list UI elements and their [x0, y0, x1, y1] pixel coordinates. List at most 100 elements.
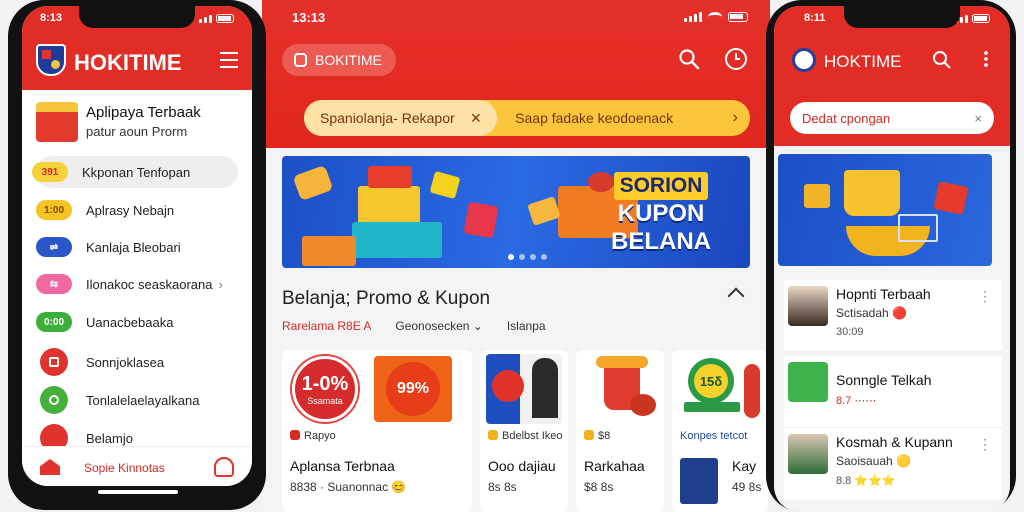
menu-item-member[interactable]: 0:00 Uanacbebaaka [36, 306, 238, 338]
check-icon [40, 386, 68, 414]
left-phone-screen: 8:13 HOKITIME Aplipaya Terbaak patur aou… [22, 6, 252, 486]
gift-icon [429, 171, 461, 199]
filter-chip[interactable]: Spaniolanja- Rekapor × [304, 100, 498, 136]
promo-banner[interactable] [778, 154, 992, 266]
shopping-bag-icon [844, 170, 900, 216]
close-icon[interactable]: × [974, 111, 982, 126]
menu-item-shopping[interactable]: ⇌ Kanlaja Bleobari [36, 231, 238, 263]
list-item[interactable]: Hopnti Terbaah Sctisadah 🔴 30:09 ⋮ [784, 280, 1002, 352]
status-icons [955, 14, 990, 23]
menu-item-coupons[interactable]: 391 Kkponan Tenfopan [32, 156, 238, 188]
item-subtitle: Sctisadah 🔴 [836, 306, 907, 320]
brand-name: HOKTIME [824, 52, 902, 71]
menu-label: Tonlalelaelayalkana [86, 392, 200, 408]
menu-badge: 0:00 [36, 312, 72, 332]
card-price: 8838 · Suanonnac 😊 [290, 480, 407, 494]
list-item[interactable]: Sonngle Telkah 8.7 ⋯⋯ [784, 356, 1002, 428]
close-icon[interactable]: × [471, 108, 482, 129]
card-price: 49 8s [732, 480, 762, 494]
card-name: Aplansa Terbnaa [290, 458, 395, 474]
item-meta: 8.8 ⭐⭐⭐ [836, 475, 896, 487]
menu-badge: ⇌ [36, 237, 72, 257]
banner-line-3: BELANA [611, 228, 711, 255]
filter-bar: Spaniolanja- Rekapor × Saap fadake keodo… [304, 100, 750, 136]
more-vert-icon[interactable]: ⋮ [978, 288, 992, 305]
filter-secondary-label[interactable]: Saap fadake keodoenack [515, 110, 673, 126]
avatar [788, 286, 828, 326]
card-meta: Konpes tetcot [680, 430, 748, 442]
top-app-bar: 13:13 BOKITIME Spaniolanja- Rekapor × Sa… [262, 0, 770, 148]
profile-icon[interactable] [214, 457, 234, 477]
product-card[interactable]: 1-0% Ssamata 99% Rapyo Aplansa Terbnaa 8… [282, 350, 472, 512]
card-meta: $8 [584, 430, 610, 442]
item-title: Hopnti Terbaah [836, 286, 931, 302]
avatar [788, 434, 828, 474]
chevron-up-icon[interactable] [727, 287, 745, 305]
promo-banner[interactable]: SORION KUPON BELANA [282, 156, 750, 268]
menu-item-wallet[interactable]: Sonnjoklasea [36, 346, 238, 378]
product-card[interactable]: Bdelbst Ikeo Ooo dajiau 8s 8s [480, 350, 568, 512]
brand-logo [36, 44, 66, 76]
battery-icon [728, 12, 748, 22]
card-meta: Bdelbst Ikeo [488, 430, 563, 442]
discount-badge: 1-0% Ssamata [292, 356, 358, 422]
shield-icon [36, 44, 66, 76]
menu-item-history[interactable]: ⇆ Ilonakoc seaskaorana › [36, 268, 238, 300]
list-item[interactable]: Kosmah & Kupann Saoisauah 🟡 8.8 ⭐⭐⭐ ⋮ [784, 428, 1002, 500]
menu-item-settings[interactable]: Tonlalelaelayalkana [36, 384, 238, 416]
bottom-nav-label[interactable]: Sopie Kinnotas [84, 461, 165, 475]
gift-icon [302, 236, 356, 266]
item-meta: 30:09 [836, 326, 864, 338]
product-card[interactable]: $8 Rarkahaa $8 8s [576, 350, 664, 512]
app-title-button[interactable]: BOKITIME [282, 44, 396, 76]
search-bar[interactable]: Dedat cpongan × [790, 102, 994, 134]
shopping-bag-icon [463, 201, 499, 239]
tab-other[interactable]: Islanpa [507, 319, 546, 333]
status-time: 13:13 [292, 10, 326, 25]
banner-title: SORION KUPON BELANA [586, 172, 736, 256]
card-price: 8s 8s [488, 480, 517, 494]
menu-badge: 391 [32, 162, 68, 182]
status-time: 8:13 [40, 12, 63, 24]
product-card-list: 1-0% Ssamata 99% Rapyo Aplansa Terbnaa 8… [282, 350, 768, 512]
chevron-right-icon: › [218, 276, 223, 292]
banner-line-1: SORION [613, 172, 709, 200]
clock-icon[interactable] [724, 47, 748, 71]
search-icon[interactable] [932, 50, 952, 70]
more-vert-icon[interactable]: ⋮ [978, 436, 992, 453]
notch [79, 6, 195, 28]
carousel-dots[interactable] [508, 254, 547, 260]
chevron-right-icon[interactable]: › [733, 109, 738, 127]
filter-chip-label: Spaniolanja- Rekapor [320, 110, 455, 126]
card-price: $8 8s [584, 480, 614, 494]
item-title: Sonngle Telkah [836, 372, 932, 388]
promo-header[interactable]: Aplipaya Terbaak patur aoun Prorm [22, 96, 252, 148]
home-icon[interactable] [40, 459, 60, 475]
product-card[interactable]: 15δ Konpes tetcot Kay 49 8s [672, 350, 768, 512]
menu-label: Kanlaja Bleobari [86, 239, 181, 255]
bottom-nav: Sopie Kinnotas [22, 446, 252, 486]
menu-label: Kkponan Tenfopan [82, 164, 191, 180]
tab-sort[interactable]: Geonosecken ⌄ [395, 319, 482, 333]
search-icon[interactable] [678, 48, 700, 70]
tab-promo[interactable]: Rarelama R8E A [282, 319, 371, 333]
menu-label: Uanacbebaaka [86, 314, 174, 330]
gift-icon [352, 222, 442, 258]
item-thumbnail [788, 362, 828, 402]
card-name: Ooo dajiau [488, 458, 556, 474]
more-vert-icon[interactable] [984, 50, 988, 68]
card-meta: Rapyo [290, 430, 336, 442]
menu-item-apply[interactable]: 1:00 Aplrasy Nebajn [36, 194, 238, 226]
brand-logo [792, 48, 816, 72]
item-title: Kosmah & Kupann [836, 434, 953, 450]
menu-icon[interactable] [220, 52, 238, 68]
app-icon [294, 53, 307, 67]
banner-line-2: KUPON [617, 200, 705, 227]
signal-icon [199, 14, 212, 23]
left-phone-frame: 8:13 HOKITIME Aplipaya Terbaak patur aou… [8, 0, 266, 510]
gift-icon [527, 196, 561, 226]
gift-icon [36, 102, 78, 142]
promo-title: Aplipaya Terbaak [86, 104, 201, 121]
product-image [486, 354, 562, 424]
menu-label: Sonnjoklasea [86, 354, 165, 370]
